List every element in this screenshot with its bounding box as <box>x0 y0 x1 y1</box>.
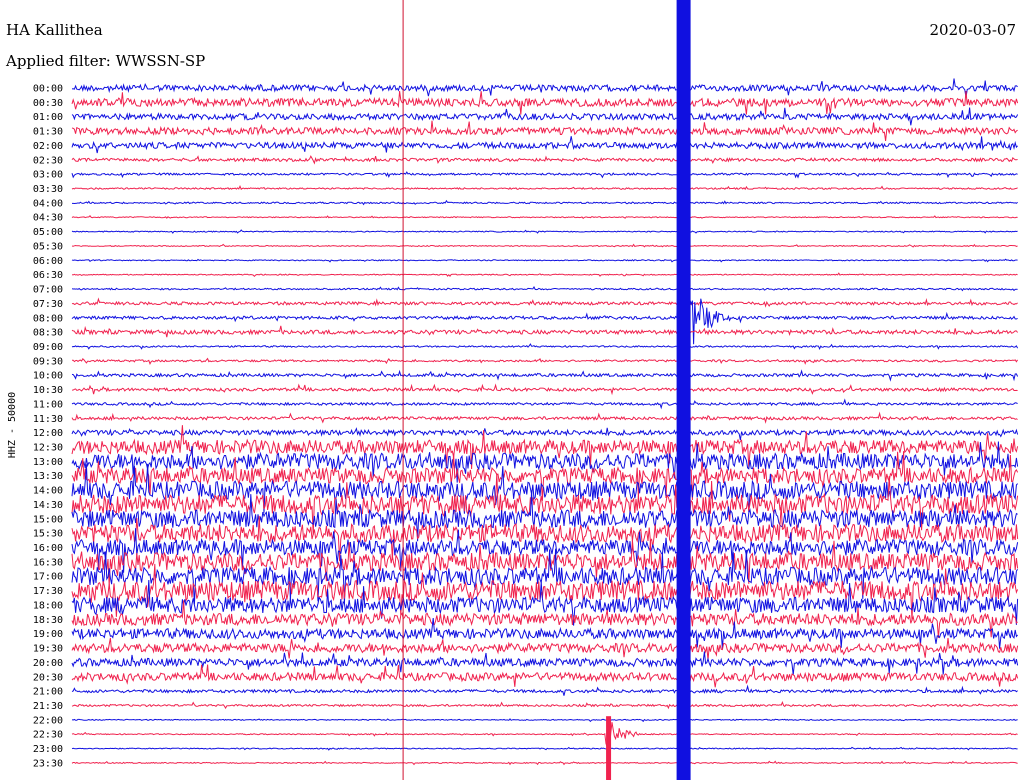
local-event-spike <box>606 716 612 780</box>
channel-axis-label: HHZ - 50000 <box>7 392 18 458</box>
time-tick-label: 01:00 <box>33 112 63 123</box>
time-tick-label: 23:30 <box>33 758 63 769</box>
filter-label: Applied filter: WWSSN-SP <box>5 52 205 70</box>
helicorder-plot: HA Kallithea Applied filter: WWSSN-SP 20… <box>0 0 1024 780</box>
time-tick-label: 02:00 <box>33 141 63 152</box>
time-tick-label: 11:00 <box>33 399 63 410</box>
time-tick-label: 07:00 <box>33 285 63 296</box>
time-tick-label: 01:30 <box>33 127 63 138</box>
time-tick-label: 21:00 <box>33 687 63 698</box>
time-tick-label: 18:00 <box>33 600 63 611</box>
time-tick-label: 07:30 <box>33 299 63 310</box>
time-tick-label: 06:30 <box>33 270 63 281</box>
time-tick-label: 18:30 <box>33 615 63 626</box>
time-tick-label: 03:00 <box>33 170 63 181</box>
time-tick-label: 08:00 <box>33 313 63 324</box>
time-tick-label: 15:30 <box>33 529 63 540</box>
time-tick-label: 14:00 <box>33 486 63 497</box>
time-tick-label: 09:00 <box>33 342 63 353</box>
station-title: HA Kallithea <box>6 21 103 39</box>
time-tick-label: 23:00 <box>33 744 63 755</box>
time-tick-label: 10:00 <box>33 371 63 382</box>
time-tick-label: 13:00 <box>33 457 63 468</box>
time-tick-label: 17:00 <box>33 572 63 583</box>
time-tick-label: 20:00 <box>33 658 63 669</box>
time-tick-label: 12:00 <box>33 428 63 439</box>
time-tick-label: 05:00 <box>33 227 63 238</box>
time-tick-label: 12:30 <box>33 443 63 454</box>
time-tick-label: 16:30 <box>33 557 63 568</box>
time-tick-label: 08:30 <box>33 328 63 339</box>
time-tick-label: 19:30 <box>33 644 63 655</box>
time-tick-label: 03:30 <box>33 184 63 195</box>
time-tick-label: 22:00 <box>33 715 63 726</box>
time-tick-label: 20:30 <box>33 672 63 683</box>
time-tick-label: 04:30 <box>33 213 63 224</box>
time-tick-label: 04:00 <box>33 198 63 209</box>
time-tick-label: 00:00 <box>33 84 63 95</box>
time-tick-label: 00:30 <box>33 98 63 109</box>
date-label: 2020-03-07 <box>930 21 1016 39</box>
time-tick-label: 11:30 <box>33 414 63 425</box>
time-tick-label: 06:00 <box>33 256 63 267</box>
time-tick-label: 09:30 <box>33 356 63 367</box>
time-tick-label: 16:00 <box>33 543 63 554</box>
time-tick-label: 13:30 <box>33 471 63 482</box>
time-tick-label: 17:30 <box>33 586 63 597</box>
time-tick-label: 19:00 <box>33 629 63 640</box>
time-tick-label: 05:30 <box>33 241 63 252</box>
time-tick-label: 02:30 <box>33 155 63 166</box>
time-tick-label: 15:00 <box>33 514 63 525</box>
time-tick-label: 22:30 <box>33 730 63 741</box>
time-tick-label: 10:30 <box>33 385 63 396</box>
time-tick-label: 14:30 <box>33 500 63 511</box>
earthquake-band <box>676 0 691 780</box>
time-tick-label: 21:30 <box>33 701 63 712</box>
